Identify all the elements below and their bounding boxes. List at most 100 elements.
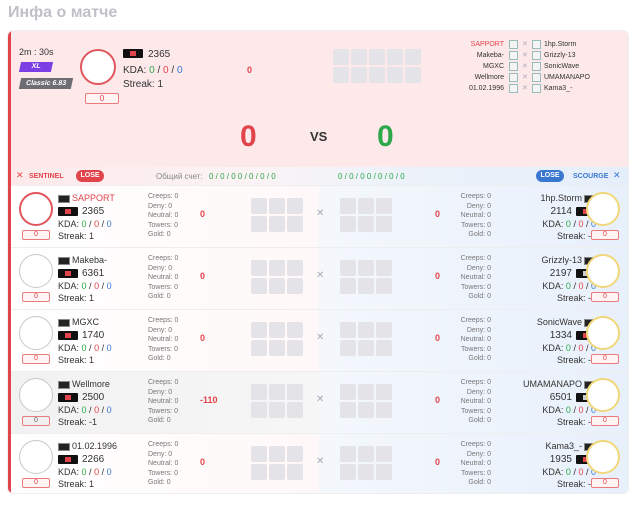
right-kda: KDA: 0 / 0 / 0: [542, 467, 596, 477]
right-items: [340, 260, 392, 294]
left-mmr-icon: [58, 269, 78, 278]
lose-right-badge: LOSE: [536, 170, 564, 182]
scourge-icon: ✕: [613, 170, 621, 180]
right-player-name[interactable]: Grizzly-13: [541, 255, 582, 266]
host-avatar[interactable]: [80, 49, 116, 85]
right-items: [340, 198, 392, 232]
right-kda: KDA: 0 / 0 / 0: [542, 281, 596, 291]
general-score-label: Общий счет:: [156, 172, 203, 181]
right-player-avatar[interactable]: [586, 378, 620, 412]
left-delta: 0: [200, 209, 206, 219]
sentinel-icon: ✕: [16, 170, 24, 180]
left-kda: KDA: 0 / 0 / 0: [58, 405, 112, 415]
match-time: 2m : 30s: [19, 47, 54, 57]
left-player-avatar[interactable]: [19, 378, 53, 412]
right-mmr: 1935: [549, 454, 572, 465]
host-delta: 0: [247, 65, 253, 75]
left-player-name[interactable]: Wellmore: [72, 379, 110, 390]
left-items: [251, 446, 303, 480]
general-score-right: 0 / 0 / 0 0 / 0 / 0 / 0: [338, 172, 405, 181]
right-rank-box: 0: [591, 354, 619, 364]
mini-left-hero-icon: [509, 73, 518, 82]
left-items: [251, 260, 303, 294]
mini-right-name: Kama3_-: [544, 85, 573, 92]
left-items: [251, 322, 303, 356]
right-player-avatar[interactable]: [586, 440, 620, 474]
mini-swords-icon: ✕: [522, 52, 528, 59]
mini-left-name: 01.02.1996: [468, 85, 504, 92]
right-delta: 0: [435, 209, 441, 219]
match-summary: 2m : 30s XL Classic 6.83 0 2365 KDA: 0 /…: [8, 31, 628, 167]
left-streak: Streak: 1: [58, 479, 95, 489]
player-row: 0 01.02.1996 2266 KDA: 0 / 0 / 0 Streak: 1 Cr…: [8, 433, 628, 493]
left-stats: Creeps: 0 Deny: 0 Neutral: 0 Towers: 0 Gold:…: [148, 441, 179, 486]
mini-right-name: SonicWave: [544, 63, 580, 70]
right-mmr: 6501: [549, 392, 572, 403]
right-items: [340, 446, 392, 480]
right-player-avatar[interactable]: [586, 254, 620, 288]
mini-swords-icon: ✕: [522, 63, 528, 70]
host-streak: Streak: 1: [123, 79, 164, 90]
swords-icon: ✕: [316, 394, 325, 405]
left-player-name[interactable]: SAPPORT: [72, 193, 115, 204]
right-mmr: 2197: [549, 268, 572, 279]
left-player-avatar[interactable]: [19, 254, 53, 288]
right-player-avatar[interactable]: [586, 192, 620, 226]
left-rank-box: 0: [22, 354, 50, 364]
score-right: 0: [377, 120, 394, 153]
host-kda: KDA: 0 / 0 / 0: [123, 65, 183, 76]
right-player-name[interactable]: SonicWave: [537, 317, 582, 328]
left-stats: Creeps: 0 Deny: 0 Neutral: 0 Towers: 0 Gold:…: [148, 317, 179, 362]
left-stats: Creeps: 0 Deny: 0 Neutral: 0 Towers: 0 Gold:…: [148, 255, 179, 300]
mini-right-hero-icon: [532, 62, 541, 71]
left-flag-icon: [58, 195, 70, 203]
left-delta: 0: [200, 271, 206, 281]
right-kda: KDA: 0 / 0 / 0: [542, 219, 596, 229]
mini-right-name: 1hp.Storm: [544, 41, 577, 48]
mini-right-hero-icon: [532, 40, 541, 49]
right-mmr: 2114: [550, 206, 572, 217]
left-player-avatar[interactable]: [19, 192, 53, 226]
swords-icon: ✕: [316, 208, 325, 219]
mini-left-name: SAPPORT: [470, 41, 504, 48]
mini-swords-icon: ✕: [522, 41, 528, 48]
right-player-name[interactable]: 1hp.Storm: [540, 193, 582, 204]
swords-icon: ✕: [316, 270, 325, 281]
vs-label: VS: [310, 129, 328, 144]
right-mmr: 1334: [549, 330, 572, 341]
mini-right-hero-icon: [532, 73, 541, 82]
swords-icon: ✕: [316, 456, 325, 467]
sentinel-label: SENTINEL: [29, 173, 64, 180]
mini-right-name: Grizzly-13: [544, 52, 576, 59]
left-player-avatar[interactable]: [19, 440, 53, 474]
right-items: [340, 384, 392, 418]
right-kda: KDA: 0 / 0 / 0: [542, 405, 596, 415]
right-player-name[interactable]: UMAMANAPO: [523, 379, 582, 390]
right-stats: Creeps: 0 Deny: 0 Neutral: 0 Towers: 0 Gold:…: [460, 193, 491, 238]
left-streak: Streak: 1: [58, 355, 95, 365]
right-player-avatar[interactable]: [586, 316, 620, 350]
left-rank-box: 0: [22, 478, 50, 488]
player-row: 0 Makeba- 6361 KDA: 0 / 0 / 0 Streak: 1 Creep…: [8, 247, 628, 310]
left-rank-box: 0: [22, 416, 50, 426]
left-player-name[interactable]: Makeba-: [72, 255, 107, 266]
left-player-avatar[interactable]: [19, 316, 53, 350]
left-stats: Creeps: 0 Deny: 0 Neutral: 0 Towers: 0 Gold:…: [148, 379, 179, 424]
left-mmr-icon: [58, 455, 78, 464]
left-player-name[interactable]: MGXC: [72, 317, 99, 328]
score-left: 0: [240, 120, 257, 153]
left-delta: 0: [200, 333, 206, 343]
right-rank-box: 0: [591, 292, 619, 302]
left-flag-icon: [58, 381, 70, 389]
right-stats: Creeps: 0 Deny: 0 Neutral: 0 Towers: 0 Gold:…: [460, 441, 491, 486]
left-mmr: 2266: [82, 454, 105, 465]
left-items: [251, 384, 303, 418]
right-player-name[interactable]: Kama3_-: [545, 441, 582, 452]
left-items: [251, 198, 303, 232]
left-player-name[interactable]: 01.02.1996: [72, 441, 117, 452]
host-rank-box: 0: [85, 93, 119, 104]
mini-swords-icon: ✕: [522, 85, 528, 92]
right-rank-box: 0: [591, 478, 619, 488]
mini-right-hero-icon: [532, 84, 541, 93]
right-rank-box: 0: [591, 230, 619, 240]
